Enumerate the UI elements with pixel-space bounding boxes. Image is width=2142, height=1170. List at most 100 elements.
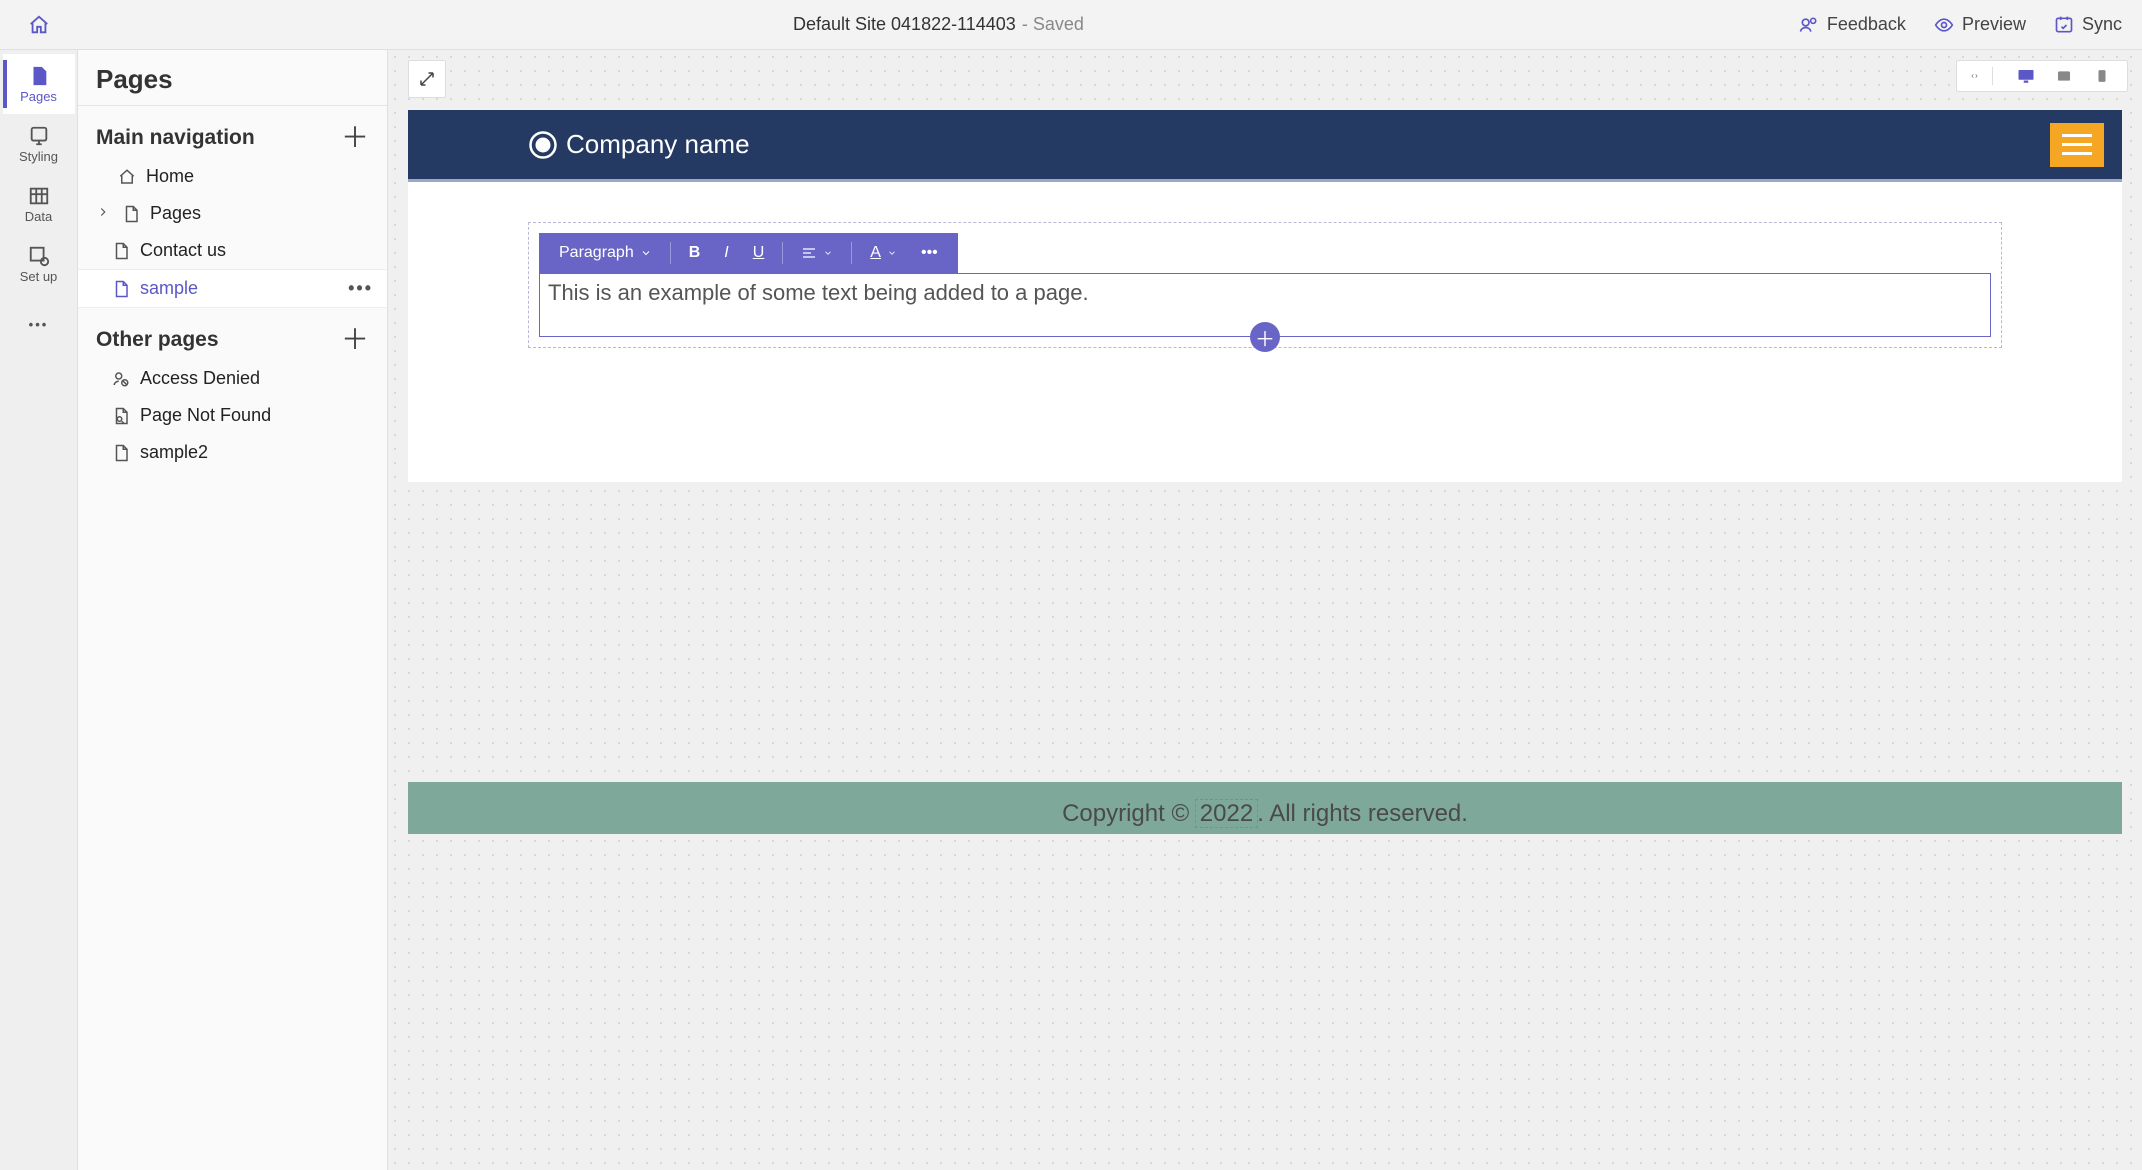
panel-title: Pages	[78, 64, 387, 106]
font-color-icon: A	[870, 244, 881, 262]
other-item-sample2[interactable]: sample2	[78, 434, 387, 471]
nav-item-label: sample	[140, 278, 198, 299]
nav-item-pages[interactable]: Pages	[78, 195, 387, 232]
plus-icon: ＋	[1255, 323, 1275, 352]
rail-setup-label: Set up	[20, 269, 58, 284]
font-color-dropdown[interactable]: A	[860, 233, 907, 273]
top-bar: Default Site 041822-114403 - Saved Feedb…	[0, 0, 2142, 50]
chevron-down-icon	[823, 248, 833, 258]
other-pages-title: Other pages	[96, 328, 219, 352]
feedback-label: Feedback	[1827, 14, 1906, 35]
setup-icon	[28, 245, 50, 267]
rail-styling-label: Styling	[19, 149, 58, 164]
code-icon	[1971, 67, 1978, 85]
page-icon	[112, 242, 130, 260]
home-button[interactable]	[0, 0, 78, 49]
chevron-right-icon	[96, 203, 112, 224]
styling-icon	[28, 125, 50, 147]
feedback-button[interactable]: Feedback	[1799, 14, 1906, 35]
resize-handle-button[interactable]	[408, 60, 446, 98]
footer-prefix: Copyright ©	[1062, 800, 1196, 827]
other-item-not-found[interactable]: Page Not Found	[78, 397, 387, 434]
nav-item-label: Home	[146, 166, 194, 187]
bold-button[interactable]: B	[679, 233, 711, 273]
preview-footer: Copyright © 2022. All rights reserved.	[408, 782, 2122, 834]
text-editor[interactable]: This is an example of some text being ad…	[539, 273, 1991, 337]
separator	[851, 242, 852, 264]
page-icon	[112, 280, 130, 298]
editor-content: This is an example of some text being ad…	[548, 280, 1089, 305]
brand-logo-icon	[528, 130, 558, 160]
home-icon	[118, 168, 136, 186]
sync-button[interactable]: Sync	[2054, 14, 2122, 35]
device-tablet-button[interactable]	[2053, 67, 2075, 85]
burger-line-icon	[2062, 152, 2092, 155]
add-main-nav-page-button[interactable]: ＋	[341, 124, 369, 152]
access-denied-icon	[112, 370, 130, 388]
preview-menu-button[interactable]	[2050, 123, 2104, 167]
italic-button[interactable]: I	[714, 233, 738, 273]
device-phone-button[interactable]	[2091, 67, 2113, 85]
bold-icon: B	[689, 244, 701, 262]
section-head-main-nav: Main navigation ＋	[78, 106, 387, 158]
rail-item-data[interactable]: Data	[3, 174, 75, 234]
add-other-page-button[interactable]: ＋	[341, 326, 369, 354]
device-desktop-button[interactable]	[2015, 67, 2037, 85]
nav-item-home[interactable]: Home	[78, 158, 387, 195]
other-item-access-denied[interactable]: Access Denied	[78, 360, 387, 397]
sync-label: Sync	[2082, 14, 2122, 35]
page-preview: Company name Paragraph B	[408, 110, 2122, 834]
code-view-button[interactable]	[1971, 67, 1993, 85]
preview-button[interactable]: Preview	[1934, 14, 2026, 35]
page-icon	[112, 444, 130, 462]
rail-item-setup[interactable]: Set up	[3, 234, 75, 294]
nav-item-more-button[interactable]: •••	[348, 278, 373, 299]
align-icon	[801, 245, 817, 261]
separator	[670, 242, 671, 264]
pages-panel: Pages Main navigation ＋ Home Pages Cont	[78, 50, 388, 1170]
toolbar-more-button[interactable]: •••	[911, 233, 948, 273]
saved-status: - Saved	[1022, 14, 1084, 35]
company-name: Company name	[566, 129, 750, 160]
site-title-wrap: Default Site 041822-114403 - Saved	[78, 14, 1799, 35]
underline-icon: U	[753, 244, 765, 262]
more-icon: •••	[29, 317, 49, 332]
preview-icon	[1934, 15, 1954, 35]
nav-item-contact[interactable]: Contact us	[78, 232, 387, 269]
nav-item-label: Page Not Found	[140, 405, 271, 426]
separator	[782, 242, 783, 264]
chevron-down-icon	[640, 247, 652, 259]
preview-label: Preview	[1962, 14, 2026, 35]
preview-body: Paragraph B I U	[408, 182, 2122, 482]
chevron-down-icon	[887, 248, 897, 258]
rail-item-more[interactable]: •••	[3, 294, 75, 354]
nav-item-sample[interactable]: sample •••	[78, 269, 387, 308]
left-rail: Pages Styling Data Set up •••	[0, 50, 78, 1170]
rail-item-styling[interactable]: Styling	[3, 114, 75, 174]
rail-item-pages[interactable]: Pages	[3, 54, 75, 114]
top-actions: Feedback Preview Sync	[1799, 14, 2122, 35]
preview-site-header: Company name	[408, 110, 2122, 182]
add-element-button[interactable]: ＋	[1250, 322, 1280, 352]
block-style-label: Paragraph	[559, 244, 634, 262]
site-title: Default Site 041822-114403	[793, 14, 1016, 35]
data-icon	[28, 185, 50, 207]
underline-button[interactable]: U	[743, 233, 775, 273]
feedback-icon	[1799, 15, 1819, 35]
tablet-icon	[2054, 68, 2074, 84]
align-dropdown[interactable]	[791, 233, 843, 273]
burger-line-icon	[2062, 143, 2092, 146]
resize-icon	[418, 70, 436, 88]
nav-item-label: Pages	[150, 203, 201, 224]
rail-data-label: Data	[25, 209, 52, 224]
footer-suffix: . All rights reserved.	[1257, 800, 1468, 827]
footer-year[interactable]: 2022	[1196, 800, 1257, 827]
editable-section[interactable]: Paragraph B I U	[528, 222, 2002, 348]
canvas: Company name Paragraph B	[388, 50, 2142, 1170]
home-icon	[28, 14, 50, 36]
preview-brand[interactable]: Company name	[528, 129, 750, 160]
block-style-dropdown[interactable]: Paragraph	[549, 233, 662, 273]
nav-item-label: sample2	[140, 442, 208, 463]
sync-icon	[2054, 15, 2074, 35]
page-icon	[122, 205, 140, 223]
